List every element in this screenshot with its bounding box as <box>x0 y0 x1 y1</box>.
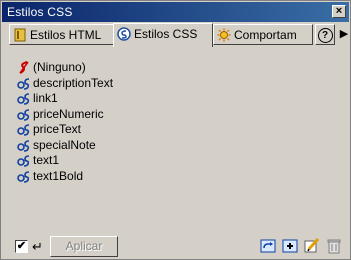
css-style-icon <box>17 139 30 152</box>
list-item[interactable]: priceText <box>15 122 345 138</box>
tab-label: Estilos CSS <box>134 27 198 41</box>
list-item[interactable]: priceNumeric <box>15 107 345 123</box>
tab-css-styles[interactable]: Estilos CSS <box>113 23 213 47</box>
css-style-icon <box>17 170 30 183</box>
style-label: (Ninguno) <box>33 60 86 74</box>
list-item[interactable]: specialNote <box>15 138 345 154</box>
attach-stylesheet-icon[interactable] <box>259 237 277 255</box>
html-styles-icon <box>14 28 26 42</box>
behaviors-icon <box>217 28 231 42</box>
no-style-icon <box>19 61 29 74</box>
css-styles-icon <box>117 27 131 41</box>
style-label: priceNumeric <box>33 106 104 121</box>
help-button[interactable]: ? <box>315 24 335 45</box>
panel-tabs: Estilos HTML Estilos CSS Comportam ? ▶ <box>9 23 349 47</box>
style-label: descriptionText <box>33 75 114 90</box>
style-label: priceText <box>33 122 82 136</box>
styles-list: (Ninguno) descriptionText link1 priceNum… <box>15 60 345 210</box>
tab-behaviors[interactable]: Comportam <box>213 24 313 45</box>
tab-label: Comportam <box>234 28 297 42</box>
css-style-icon <box>17 155 30 167</box>
panel-titlebar[interactable]: Estilos CSS × <box>2 2 349 22</box>
panel-title: Estilos CSS <box>7 5 73 19</box>
style-label: text1 <box>33 153 60 167</box>
style-label: specialNote <box>33 137 96 152</box>
list-item[interactable]: text1 <box>15 153 345 169</box>
css-style-icon <box>17 124 30 136</box>
apply-button[interactable]: Aplicar <box>50 236 118 257</box>
css-styles-panel: Estilos CSS × Estilos HTML Estilos CSS C… <box>0 0 351 260</box>
edit-style-icon[interactable] <box>303 237 321 255</box>
delete-style-icon[interactable] <box>325 237 343 255</box>
new-style-icon[interactable] <box>281 237 299 255</box>
tab-label: Estilos HTML <box>30 28 102 42</box>
css-style-icon <box>17 93 30 105</box>
list-item[interactable]: link1 <box>15 91 345 107</box>
css-style-icon <box>17 77 30 90</box>
apply-mode-checkbox[interactable]: ✔ <box>15 240 28 253</box>
enter-key-icon: ↵ <box>32 239 43 254</box>
help-icon: ? <box>317 28 333 43</box>
close-button[interactable]: × <box>332 5 346 18</box>
list-item[interactable]: descriptionText <box>15 76 345 92</box>
style-label: text1Bold <box>33 168 84 183</box>
tab-html-styles[interactable]: Estilos HTML <box>9 24 117 45</box>
css-style-icon <box>17 108 30 121</box>
list-item[interactable]: (Ninguno) <box>15 60 345 76</box>
panel-menu-button[interactable]: ▶ <box>337 24 351 45</box>
style-label: link1 <box>33 91 58 105</box>
panel-footer: ✔ ↵ Aplicar <box>1 235 350 259</box>
list-item[interactable]: text1Bold <box>15 169 345 185</box>
